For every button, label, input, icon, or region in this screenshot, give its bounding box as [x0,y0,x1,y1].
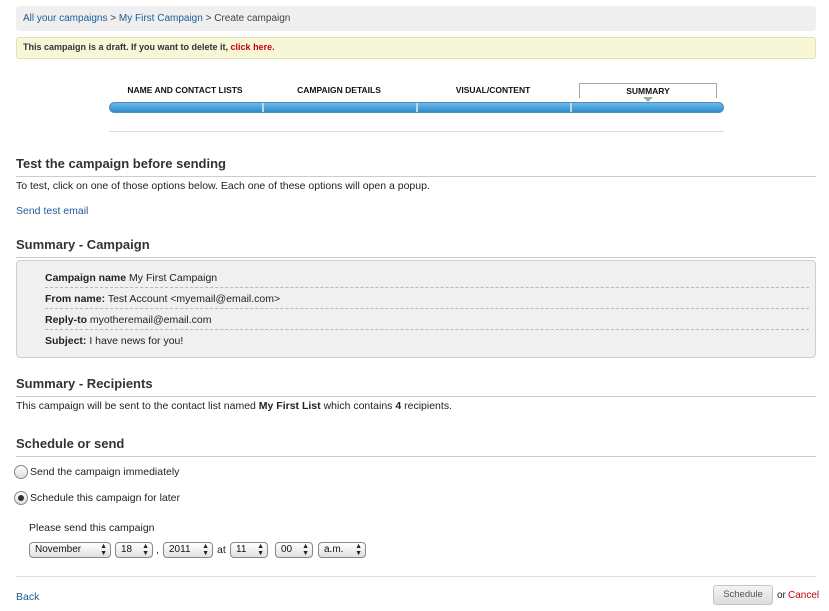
wizard-progress: NAME AND CONTACT LISTS CAMPAIGN DETAILS … [109,83,724,115]
send-test-email-link[interactable]: Send test email [16,205,88,217]
breadcrumb-current: Create campaign [214,13,291,24]
breadcrumb-separator: > [110,13,117,24]
wizard-step-name-contact-lists[interactable]: NAME AND CONTACT LISTS [109,83,261,98]
select-arrows-icon: ▲ ▼ [142,543,149,557]
select-arrows-icon: ▲ ▼ [355,543,362,557]
summary-recipients-heading: Summary - Recipients [16,376,816,397]
summary-label: Subject: [45,335,87,347]
month-value: November [35,544,82,555]
hour-value: 11 [236,544,247,555]
test-section-description: To test, click on one of those options b… [16,180,430,192]
summary-value: My First Campaign [129,272,218,284]
send-immediately-radio[interactable] [14,465,28,479]
select-arrows-icon: ▲ ▼ [202,543,209,557]
recipients-list-name: My First List [258,400,321,412]
breadcrumb-all-campaigns-link[interactable]: All your campaigns [23,13,107,24]
summary-row-reply-to: Reply-to myotheremail@email.com [45,309,809,330]
day-value: 18 [121,544,133,555]
recipients-text-after: recipients. [404,400,452,412]
breadcrumb-campaign-link[interactable]: My First Campaign [119,13,203,24]
or-text: or [777,590,786,601]
progress-divider [570,103,572,112]
test-section-heading: Test the campaign before sending [16,156,816,177]
divider [16,576,816,577]
delete-draft-link[interactable]: click here. [231,42,275,52]
select-arrows-icon: ▲ ▼ [100,543,107,557]
at-label: at [217,544,226,556]
month-select[interactable]: November ▲ ▼ [29,542,111,558]
schedule-button[interactable]: Schedule [713,585,773,605]
schedule-later-label[interactable]: Schedule this campaign for later [30,492,180,504]
wizard-progress-bar [109,102,724,113]
summary-value: I have news for you! [89,335,184,347]
summary-label: Reply-to [45,314,87,326]
cancel-link[interactable]: Cancel [788,590,819,601]
schedule-heading: Schedule or send [16,436,816,457]
select-arrows-icon: ▲ ▼ [302,543,309,557]
minute-select[interactable]: 00 ▲ ▼ [275,542,313,558]
recipients-text-middle: which contains [323,400,393,412]
breadcrumb-separator: > [205,13,212,24]
summary-label: Campaign name [45,272,127,284]
summary-value: Test Account <myemail@email.com> [107,293,281,305]
progress-divider [416,103,418,112]
minute-value: 00 [281,544,293,555]
schedule-later-radio[interactable] [14,491,28,505]
recipients-count: 4 [395,400,402,412]
day-select[interactable]: 18 ▲ ▼ [115,542,153,558]
hour-select[interactable]: 11 ▲ ▼ [230,542,268,558]
summary-label: From name: [45,293,106,305]
breadcrumb: All your campaigns > My First Campaign >… [16,6,816,31]
ampm-select[interactable]: a.m. ▲ ▼ [318,542,366,558]
divider [109,131,724,132]
wizard-step-campaign-details[interactable]: CAMPAIGN DETAILS [263,83,415,98]
draft-notice-text: This campaign is a draft. If you want to… [23,42,229,52]
schedule-prompt: Please send this campaign [29,522,155,534]
summary-value: myotheremail@email.com [89,314,212,326]
progress-divider [262,103,264,112]
draft-notice: This campaign is a draft. If you want to… [16,37,816,59]
select-arrows-icon: ▲ ▼ [257,543,264,557]
summary-row-from-name: From name: Test Account <myemail@email.c… [45,288,809,309]
year-select[interactable]: 2011 ▲ ▼ [163,542,213,558]
campaign-summary-box: Campaign name My First Campaign From nam… [16,260,816,358]
year-value: 2011 [169,544,191,555]
summary-row-campaign-name: Campaign name My First Campaign [45,267,809,288]
summary-row-subject: Subject: I have news for you! [45,330,809,351]
wizard-step-summary[interactable]: SUMMARY [579,83,717,98]
send-immediately-label[interactable]: Send the campaign immediately [30,466,179,478]
recipients-summary-text: This campaign will be sent to the contac… [16,400,452,412]
wizard-step-visual-content[interactable]: VISUAL/CONTENT [417,83,569,98]
summary-campaign-heading: Summary - Campaign [16,237,816,258]
recipients-text-before: This campaign will be sent to the contac… [16,400,256,412]
date-comma: , [156,544,159,556]
back-link[interactable]: Back [16,591,39,603]
ampm-value: a.m. [324,544,344,555]
